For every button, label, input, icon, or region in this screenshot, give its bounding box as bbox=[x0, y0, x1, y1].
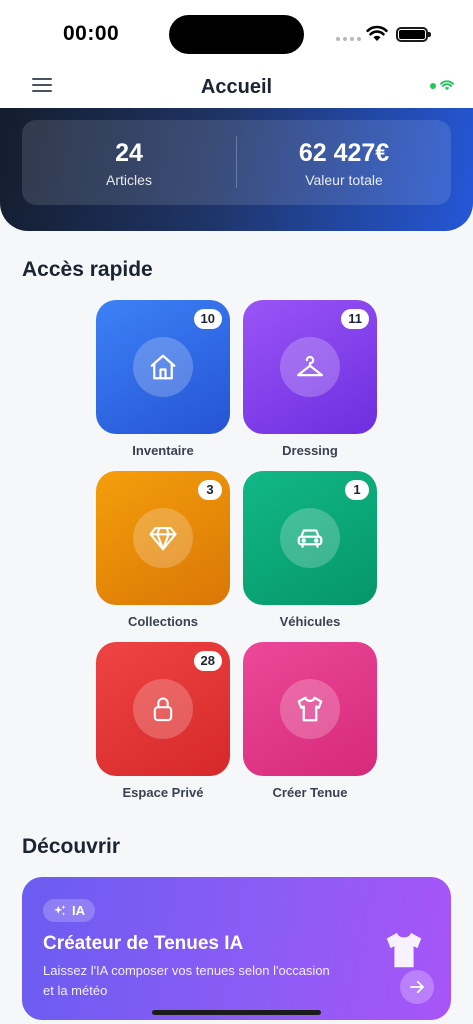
wifi-icon bbox=[440, 80, 454, 91]
tile-label-inventaire: Inventaire bbox=[132, 443, 194, 458]
tile-label-collections: Collections bbox=[127, 614, 199, 629]
wifi-icon bbox=[366, 25, 388, 41]
lock-icon bbox=[153, 697, 173, 722]
stats-card: 24 Articles 62 427€ Valeur totale bbox=[22, 120, 451, 205]
count-badge: 1 bbox=[345, 480, 369, 500]
dynamic-island bbox=[169, 15, 304, 54]
connection-indicator bbox=[430, 80, 454, 91]
car-icon bbox=[297, 529, 323, 548]
tile-label-creer-tenue: Créer Tenue bbox=[272, 785, 348, 800]
tile-icon-circle bbox=[280, 679, 340, 739]
nav-bar: Accueil bbox=[0, 66, 473, 108]
tile-collections[interactable]: 3 bbox=[96, 471, 230, 605]
count-badge: 28 bbox=[193, 651, 222, 671]
hero-header: 24 Articles 62 427€ Valeur totale bbox=[0, 108, 473, 231]
house-icon bbox=[150, 354, 176, 380]
stat-value: 62 427€ bbox=[298, 139, 390, 167]
tshirt-icon bbox=[297, 696, 323, 722]
diamond-icon bbox=[149, 526, 177, 551]
tile-icon-circle bbox=[133, 679, 193, 739]
tile-label-vehicules: Véhicules bbox=[279, 614, 341, 629]
tile-label-dressing: Dressing bbox=[282, 443, 338, 458]
arrow-right-icon[interactable] bbox=[400, 970, 434, 1004]
tile-espace-prive[interactable]: 28 bbox=[96, 642, 230, 776]
page-title: Accueil bbox=[200, 76, 273, 98]
tile-inventaire[interactable]: 10 bbox=[96, 300, 230, 434]
section-title-discover: Découvrir bbox=[22, 835, 121, 858]
count-badge: 11 bbox=[341, 309, 369, 329]
stat-label: Valeur totale bbox=[305, 172, 383, 188]
stat-value: 24 bbox=[115, 139, 143, 167]
ia-badge: IA bbox=[43, 899, 95, 922]
stat-total-value: 62 427€ Valeur totale bbox=[237, 120, 451, 205]
hanger-icon bbox=[297, 355, 323, 377]
tile-icon-circle bbox=[133, 337, 193, 397]
status-time: 00:00 bbox=[63, 22, 120, 45]
card-description: Laissez l'IA composer vos tenues selon l… bbox=[43, 963, 330, 998]
count-badge: 3 bbox=[198, 480, 222, 500]
tile-icon-circle bbox=[280, 337, 340, 397]
section-title-quick-access: Accès rapide bbox=[22, 258, 153, 281]
tile-dressing[interactable]: 11 bbox=[243, 300, 377, 434]
tshirt-icon bbox=[386, 932, 422, 968]
tile-creer-tenue[interactable] bbox=[243, 642, 377, 776]
tile-icon-circle bbox=[280, 508, 340, 568]
tile-vehicules[interactable]: 1 bbox=[243, 471, 377, 605]
battery-icon bbox=[396, 27, 431, 42]
sparkles-icon bbox=[54, 904, 66, 916]
ai-outfit-creator-card[interactable]: IA Créateur de Tenues IA Laissez l'IA co… bbox=[22, 877, 451, 1020]
tile-icon-circle bbox=[133, 508, 193, 568]
status-bar: 00:00 bbox=[0, 0, 473, 66]
home-indicator[interactable] bbox=[152, 1010, 321, 1015]
card-title: Créateur de Tenues IA bbox=[43, 933, 244, 954]
ia-badge-label: IA bbox=[72, 903, 85, 918]
tile-label-espace-prive: Espace Privé bbox=[122, 785, 204, 800]
count-badge: 10 bbox=[193, 309, 222, 329]
stat-label: Articles bbox=[106, 172, 152, 188]
signal-dots-icon bbox=[336, 37, 361, 41]
stat-articles: 24 Articles bbox=[22, 120, 236, 205]
connection-dot bbox=[430, 82, 436, 89]
